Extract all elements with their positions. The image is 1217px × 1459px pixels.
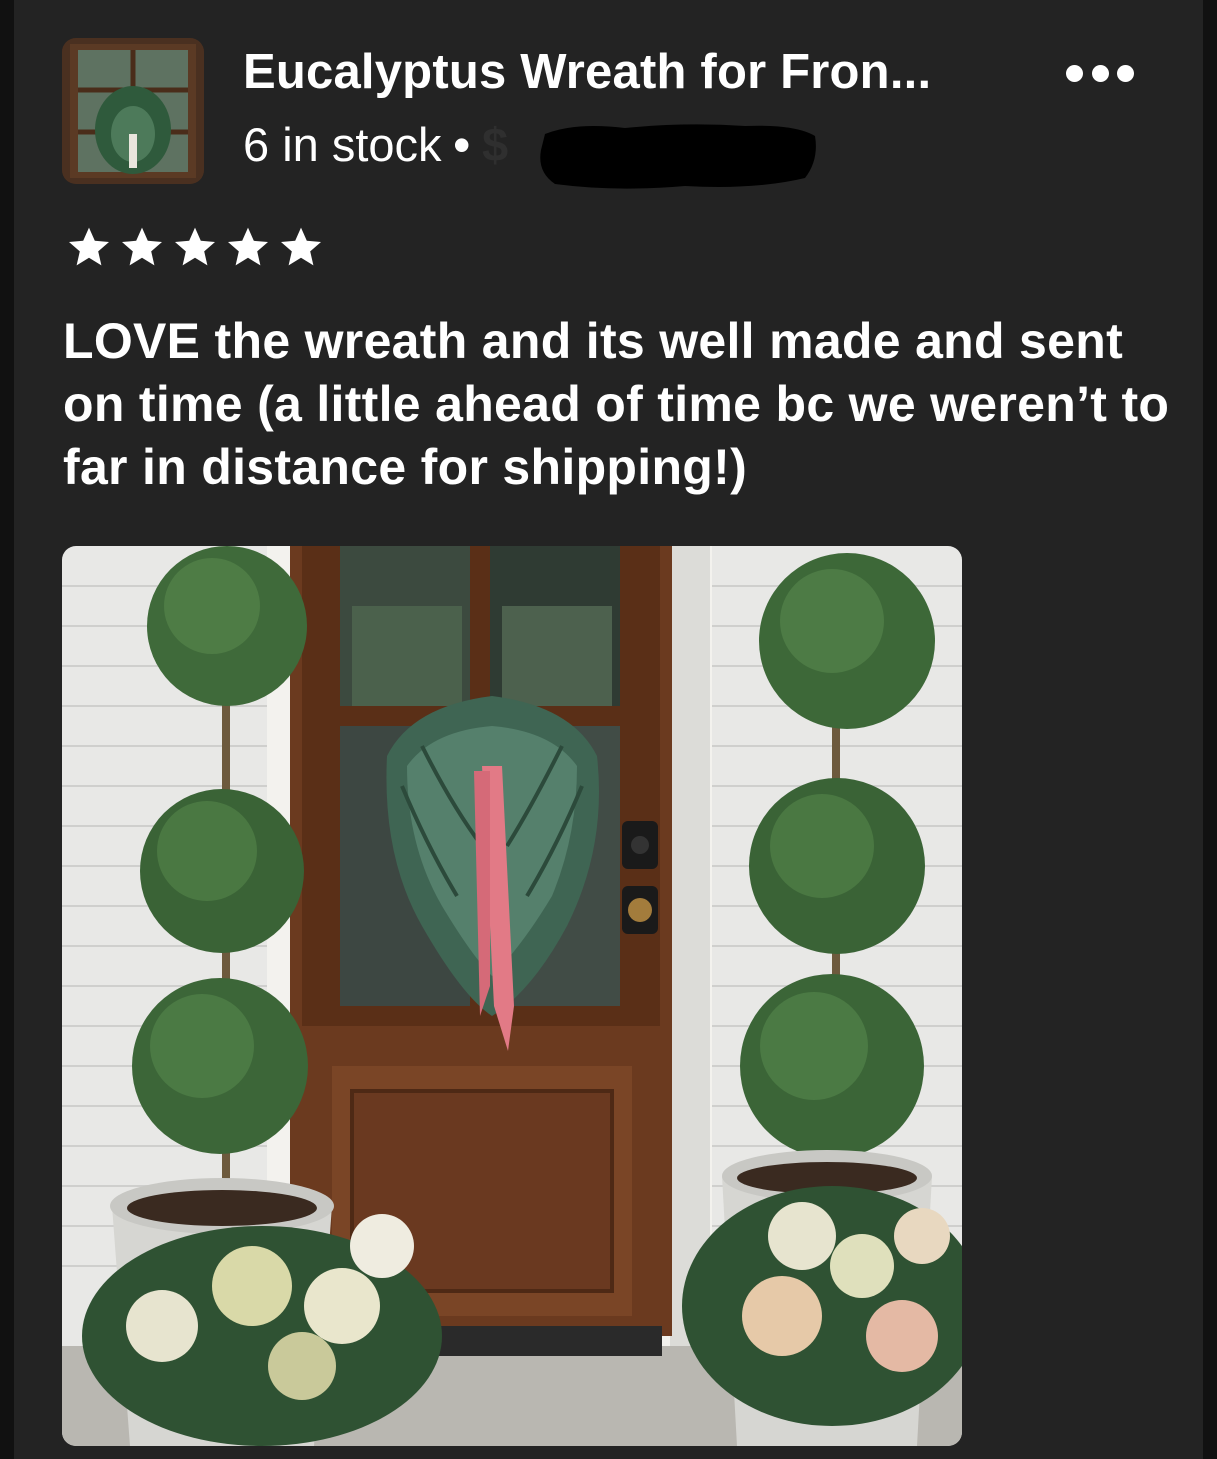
listing-thumbnail[interactable]	[62, 38, 204, 184]
review-photo[interactable]	[62, 546, 962, 1446]
listing-title[interactable]: Eucalyptus Wreath for Fron...	[243, 44, 931, 100]
meta-separator: •	[453, 118, 471, 171]
star-icon	[122, 227, 162, 266]
more-dot	[1117, 64, 1134, 82]
stock-count: 6 in stock	[243, 118, 442, 171]
star-icon	[69, 227, 109, 266]
star-icon	[281, 227, 321, 266]
listing-meta: 6 in stock • $	[243, 117, 508, 172]
star-icon	[175, 227, 215, 266]
star-icon	[228, 227, 268, 266]
more-dot	[1091, 64, 1109, 82]
more-options-icon[interactable]	[1066, 58, 1134, 88]
price-redaction	[540, 124, 816, 189]
review-text: LOVE the wreath and its well made and se…	[63, 313, 1170, 495]
star-rating	[64, 224, 326, 272]
listing-price: $	[482, 118, 509, 171]
more-dot	[1066, 64, 1083, 82]
